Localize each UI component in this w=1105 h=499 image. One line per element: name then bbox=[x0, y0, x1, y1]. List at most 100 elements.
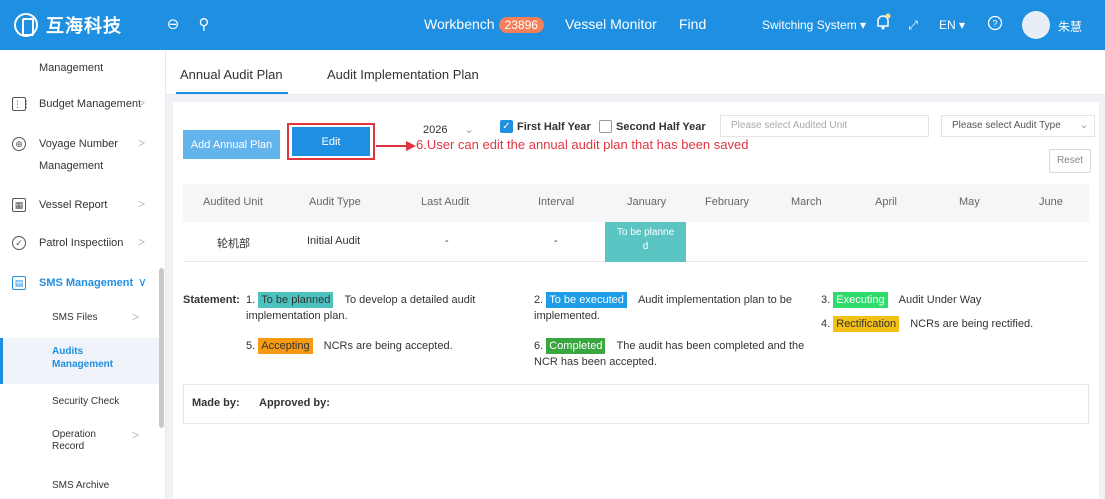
status-badge: Accepting bbox=[258, 338, 313, 354]
statement-title: Statement: bbox=[183, 294, 240, 306]
legend-text: To develop a detailed audit bbox=[344, 294, 476, 306]
sidebar-item-label: SMS Management bbox=[39, 277, 134, 289]
status-text-line2: d bbox=[642, 241, 649, 252]
chevron-right-icon: > bbox=[132, 428, 140, 442]
chevron-right-icon: > bbox=[138, 197, 146, 211]
legend-text: The audit has been completed and the bbox=[616, 340, 805, 352]
audit-type-select[interactable]: Please select Audit Type ⌄ bbox=[941, 115, 1095, 137]
sidebar-item-label-line2: Record bbox=[52, 441, 85, 452]
switching-system-dropdown[interactable]: Switching System ▾ bbox=[762, 18, 866, 32]
status-badge: To be planned bbox=[258, 292, 334, 308]
column-header: January bbox=[627, 196, 667, 208]
tab-audit-implementation-plan[interactable]: Audit Implementation Plan bbox=[327, 67, 479, 82]
sidebar-item-label: Vessel Report bbox=[39, 199, 108, 211]
sidebar-item-label: Management bbox=[39, 62, 104, 74]
column-header: June bbox=[1039, 196, 1063, 208]
chevron-right-icon: > bbox=[138, 136, 146, 150]
january-status-cell[interactable]: To be planne d bbox=[605, 222, 686, 262]
chevron-down-icon: ∨ bbox=[138, 275, 147, 289]
chevron-down-icon: ⌄ bbox=[1079, 120, 1088, 131]
column-header: February bbox=[705, 196, 750, 208]
chevron-right-icon: > bbox=[132, 310, 140, 324]
help-icon[interactable]: ? bbox=[985, 15, 1005, 35]
legend-text: NCRs are being rectified. bbox=[910, 318, 1034, 330]
sidebar-item-label: SMS Files bbox=[52, 312, 98, 323]
sidebar-item-label-line2: Management bbox=[52, 359, 114, 370]
fullscreen-icon[interactable]: ⤢ bbox=[903, 15, 923, 35]
collapse-sidebar-icon[interactable]: ⊖ bbox=[163, 15, 183, 35]
reset-button[interactable]: Reset bbox=[1049, 149, 1091, 173]
audit-type-cell: Initial Audit bbox=[307, 235, 361, 247]
status-badge: To be executed bbox=[546, 292, 627, 308]
second-half-year-checkbox[interactable]: Second Half Year bbox=[599, 120, 706, 133]
legend-item-to-be-executed: 2. To be executed Audit implementation p… bbox=[534, 292, 792, 308]
sidebar-item-label: Budget Management bbox=[39, 98, 142, 110]
annotation-arrow-icon bbox=[376, 141, 416, 151]
legend-text-line2: NCR has been accepted. bbox=[534, 354, 657, 370]
sidebar-item-label: Voyage Number bbox=[39, 138, 118, 150]
legend-text-line2: implemented. bbox=[534, 308, 600, 324]
legend-item-rectification: 4. Rectification NCRs are being rectifie… bbox=[821, 316, 1033, 332]
top-navigation-bar: 互海科技 ⊖ ⚲ Workbench 23896 Vessel Monitor F… bbox=[0, 0, 1105, 50]
legend-item-executing: 3. Executing Audit Under Way bbox=[821, 292, 981, 308]
vessel-monitor-link[interactable]: Vessel Monitor bbox=[565, 16, 657, 32]
audited-unit-cell: 轮机部 bbox=[217, 238, 250, 250]
legend-number: 3. bbox=[821, 294, 831, 306]
search-icon[interactable]: ⚲ bbox=[194, 15, 214, 35]
legend-text: Audit implementation plan to be bbox=[637, 294, 793, 306]
column-header: March bbox=[791, 196, 822, 208]
table-row[interactable]: 轮机部 Initial Audit - - To be planne d bbox=[183, 222, 1089, 262]
legend-item-completed: 6. Completed The audit has been complete… bbox=[534, 338, 804, 354]
legend-text: NCR has been accepted. bbox=[534, 356, 657, 368]
year-select[interactable]: 2026 ⌄ bbox=[423, 120, 483, 140]
status-badge: Rectification bbox=[833, 316, 900, 332]
sidebar-item-label-line2: Management bbox=[39, 160, 104, 172]
sidebar-item-label: Security Check bbox=[52, 396, 120, 407]
add-annual-plan-button[interactable]: Add Annual Plan bbox=[183, 130, 280, 159]
legend-text: Audit Under Way bbox=[898, 294, 982, 306]
chevron-right-icon: > bbox=[138, 235, 146, 249]
status-badge: Completed bbox=[546, 338, 606, 354]
edit-button[interactable]: Edit bbox=[292, 127, 370, 156]
column-header: Interval bbox=[538, 196, 575, 208]
user-name[interactable]: 朱慧 bbox=[1058, 18, 1082, 35]
first-half-year-label: First Half Year bbox=[517, 120, 591, 133]
grid-icon: ⋮⋮ bbox=[12, 97, 31, 111]
column-header: May bbox=[959, 196, 980, 208]
column-header: Last Audit bbox=[421, 196, 470, 208]
audit-type-placeholder: Please select Audit Type bbox=[952, 120, 1061, 131]
notification-bell-icon[interactable] bbox=[873, 13, 893, 33]
audited-unit-select[interactable]: Please select Audited Unit bbox=[720, 115, 929, 137]
language-dropdown[interactable]: EN ▾ bbox=[939, 18, 965, 32]
column-header: Audit Type bbox=[309, 196, 361, 208]
column-header: Audited Unit bbox=[203, 196, 263, 208]
legend-item-accepting: 5. Accepting NCRs are being accepted. bbox=[246, 338, 453, 354]
user-avatar[interactable] bbox=[1022, 11, 1050, 39]
check-circle-icon: ✓ bbox=[12, 236, 26, 250]
legend-text: NCRs are being accepted. bbox=[323, 340, 453, 352]
made-by-label: Made by: bbox=[192, 397, 240, 409]
workbench-link[interactable]: Workbench 23896 bbox=[424, 16, 544, 33]
legend-number: 6. bbox=[534, 340, 544, 352]
legend-text: implementation plan. bbox=[246, 310, 348, 322]
tab-annual-audit-plan[interactable]: Annual Audit Plan bbox=[180, 67, 283, 82]
sidebar-item-label: Patrol Inspectiion bbox=[39, 237, 124, 249]
second-half-year-label: Second Half Year bbox=[616, 120, 706, 133]
brand-logo[interactable]: 互海科技 bbox=[14, 12, 122, 38]
table-header: Audited Unit Audit Type Last Audit Inter… bbox=[183, 184, 1089, 222]
chevron-down-icon: ⌄ bbox=[464, 124, 474, 136]
sidebar-item-label: Audits bbox=[52, 346, 84, 357]
sidebar-scrollbar[interactable] bbox=[159, 268, 164, 428]
tab-bar: Annual Audit Plan Audit Implementation P… bbox=[166, 50, 1105, 95]
sidebar-item-label: SMS Archive bbox=[52, 480, 110, 491]
find-link[interactable]: Find bbox=[679, 16, 706, 32]
column-header: April bbox=[875, 196, 898, 208]
year-value: 2026 bbox=[423, 124, 448, 136]
main-panel: Add Annual Plan Edit 6.User can edit the… bbox=[173, 102, 1099, 499]
globe-icon: ⊕ bbox=[12, 137, 26, 151]
workbench-label: Workbench bbox=[424, 16, 495, 32]
workbench-count-badge: 23896 bbox=[498, 17, 544, 33]
svg-text:?: ? bbox=[992, 19, 997, 29]
last-audit-cell: - bbox=[445, 235, 449, 247]
first-half-year-checkbox[interactable]: ✓ First Half Year bbox=[500, 120, 591, 133]
